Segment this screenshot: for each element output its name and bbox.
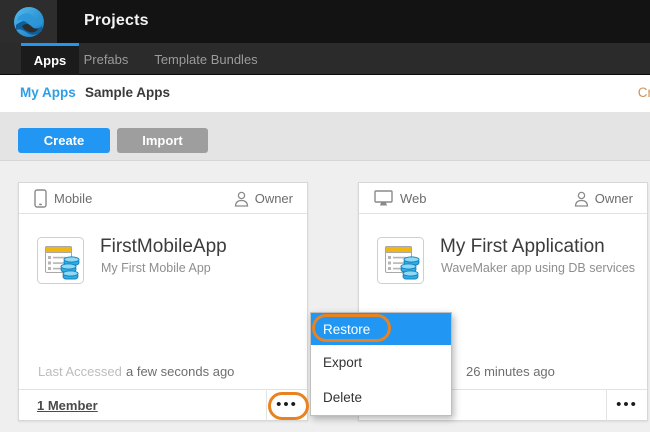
menu-item-restore[interactable]: Restore <box>311 313 451 345</box>
last-accessed-label: Last Accessed <box>38 364 122 379</box>
card-menu-button[interactable]: ••• <box>606 390 647 422</box>
main-tab-bar: Apps Prefabs Template Bundles <box>0 43 650 75</box>
tab-apps-label: Apps <box>34 53 67 68</box>
subnav-my-apps[interactable]: My Apps <box>20 85 76 100</box>
app-description: WaveMaker app using DB services <box>441 261 635 275</box>
wavemaker-logo-button[interactable] <box>0 0 57 43</box>
platform-indicator: Web <box>374 183 427 214</box>
platform-label: Web <box>400 191 427 206</box>
role-label: Owner <box>595 191 633 206</box>
sub-nav: My Apps Sample Apps Cr <box>0 75 650 112</box>
role-label: Owner <box>255 191 293 206</box>
card-context-menu: Restore Export Delete <box>310 312 452 416</box>
app-name[interactable]: My First Application <box>440 236 605 258</box>
menu-item-export-label: Export <box>323 355 362 370</box>
ownership-indicator: Owner <box>234 183 293 214</box>
tab-apps[interactable]: Apps <box>21 43 79 75</box>
last-accessed-value: 26 minutes ago <box>466 364 555 379</box>
card-header: Mobile Owner <box>19 183 307 214</box>
monitor-icon <box>374 190 393 207</box>
platform-indicator: Mobile <box>34 183 92 214</box>
platform-label: Mobile <box>54 191 92 206</box>
app-icon[interactable] <box>377 237 424 284</box>
menu-item-delete-label: Delete <box>323 390 362 405</box>
menu-item-delete[interactable]: Delete <box>311 380 451 415</box>
page-title: Projects <box>84 12 149 30</box>
card-menu-button[interactable]: ••• <box>266 390 307 422</box>
card-footer: 1 Member ••• <box>19 389 307 421</box>
app-card-mobile: Mobile Owner <box>18 182 308 421</box>
ownership-indicator: Owner <box>574 183 633 214</box>
app-description: My First Mobile App <box>101 261 211 275</box>
menu-item-restore-label: Restore <box>323 322 370 337</box>
app-header: Projects <box>0 0 650 43</box>
subnav-right-partial-link[interactable]: Cr <box>638 85 650 100</box>
app-icon[interactable] <box>37 237 84 284</box>
tab-template-bundles-label: Template Bundles <box>154 52 257 67</box>
tab-prefabs-label: Prefabs <box>84 52 129 67</box>
import-button[interactable]: Import <box>117 128 208 153</box>
ellipsis-icon: ••• <box>616 397 638 416</box>
members-link[interactable]: 1 Member <box>37 398 98 413</box>
tab-prefabs[interactable]: Prefabs <box>83 43 129 75</box>
app-name[interactable]: FirstMobileApp <box>100 236 227 258</box>
phone-icon <box>34 189 47 208</box>
wavemaker-logo-icon <box>12 5 46 39</box>
card-header: Web Owner <box>359 183 647 214</box>
toolbar: Create Import <box>0 112 650 161</box>
last-accessed-row: Last Accessed a few seconds ago <box>19 364 307 380</box>
create-button[interactable]: Create <box>18 128 110 153</box>
tab-template-bundles[interactable]: Template Bundles <box>148 43 264 75</box>
menu-item-export[interactable]: Export <box>311 345 451 380</box>
user-icon <box>234 191 249 207</box>
user-icon <box>574 191 589 207</box>
last-accessed-value: a few seconds ago <box>126 364 234 379</box>
ellipsis-icon: ••• <box>276 397 298 416</box>
subnav-sample-apps[interactable]: Sample Apps <box>85 85 170 100</box>
